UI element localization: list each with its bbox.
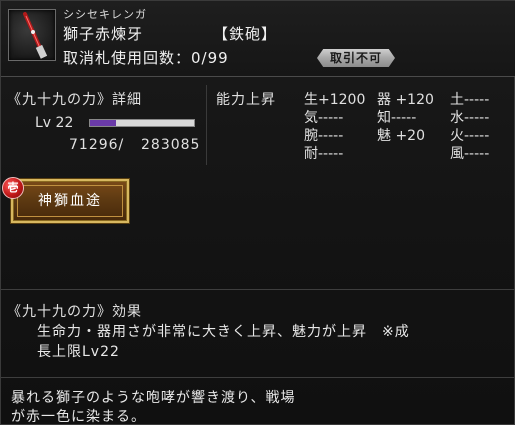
stat-life: 生+1200 (304, 92, 366, 108)
skill-exp-bar-fill (90, 120, 116, 126)
skill-button[interactable]: 神獅血途 (11, 179, 129, 223)
stat-intellect: 知----- (377, 110, 417, 126)
effect-title: 《九十九の力》効果 (7, 304, 142, 320)
stat-fire: 火----- (450, 128, 490, 144)
section-divider (1, 289, 515, 290)
effect-description-line: 生命力・器用さが非常に大きく上昇、魅力が上昇 ※成 (37, 324, 410, 340)
item-detail-panel: シシセキレンガ 獅子赤煉牙 【鉄砲】 取消札使用回数：0/99 取引不可 《九十… (0, 0, 515, 425)
skill-exp-current: 71296/ (69, 137, 125, 153)
stat-wind: 風----- (450, 146, 490, 162)
skill-detail-title: 《九十九の力》詳細 (7, 92, 142, 108)
effect-description-line: 長上限Lv22 (37, 344, 120, 360)
stat-dexterity: 器 +120 (377, 92, 434, 108)
stat-charm: 魅 +20 (377, 128, 425, 144)
skill-exp-max: 283085 (141, 137, 201, 153)
item-furigana: シシセキレンガ (63, 8, 147, 21)
rifle-icon (8, 9, 56, 61)
section-divider (1, 377, 515, 378)
untradable-badge: 取引不可 (317, 49, 395, 67)
stat-boost-title: 能力上昇 (216, 92, 276, 108)
item-type: 【鉄砲】 (213, 25, 278, 43)
item-name: 獅子赤煉牙 (63, 25, 144, 43)
stat-spirit: 気----- (304, 110, 344, 126)
flavor-text-line: 暴れる獅子のような咆哮が響き渡り、戦場 (11, 390, 296, 406)
stat-water: 水----- (450, 110, 490, 126)
skill-level-label: Lv 22 (35, 115, 74, 131)
section-divider (206, 85, 207, 165)
stat-endurance: 耐----- (304, 146, 344, 162)
skill-exp-bar (89, 119, 195, 127)
flavor-text-line: が赤一色に染まる。 (11, 409, 146, 425)
cancel-tag-usage-count: 取消札使用回数：0/99 (63, 49, 229, 67)
item-header: シシセキレンガ 獅子赤煉牙 【鉄砲】 取消札使用回数：0/99 取引不可 (1, 1, 515, 77)
stat-earth: 土----- (450, 92, 490, 108)
stat-strength: 腕----- (304, 128, 344, 144)
rank-badge: 壱 (2, 177, 24, 199)
